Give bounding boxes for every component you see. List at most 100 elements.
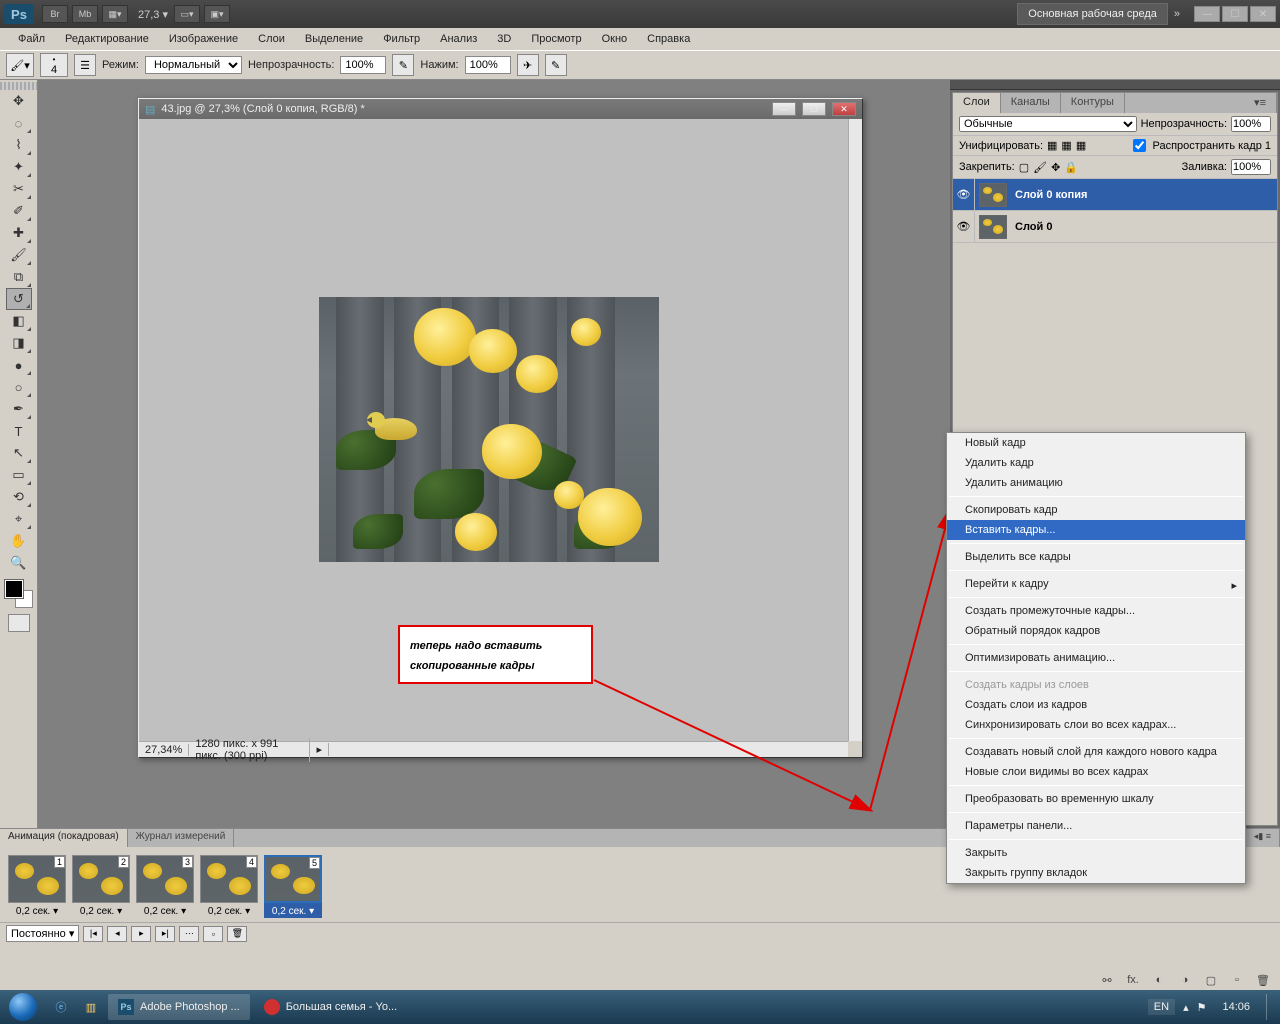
- pen-tool[interactable]: ✒: [6, 398, 32, 420]
- toolbox-grip[interactable]: [0, 82, 37, 90]
- start-button[interactable]: [0, 990, 46, 1024]
- menu-analysis[interactable]: Анализ: [430, 30, 487, 48]
- menu-edit[interactable]: Редактирование: [55, 30, 159, 48]
- shape-tool[interactable]: ▭: [6, 464, 32, 486]
- menu-view[interactable]: Просмотр: [521, 30, 591, 48]
- ctx-match-layers[interactable]: Синхронизировать слои во всех кадрах...: [947, 715, 1245, 735]
- blend-mode-select[interactable]: Нормальный: [145, 56, 242, 74]
- dodge-tool[interactable]: ○: [6, 376, 32, 398]
- layer-row[interactable]: 👁 Слой 0 копия: [953, 179, 1277, 211]
- animation-frame[interactable]: 40,2 сек. ▾: [200, 855, 258, 918]
- frame-thumbnail[interactable]: 3: [136, 855, 194, 903]
- eyedropper-tool[interactable]: ✐: [6, 200, 32, 222]
- ctx-new-layer-per-frame[interactable]: Создавать новый слой для каждого нового …: [947, 742, 1245, 762]
- lock-position-icon[interactable]: ✥: [1051, 161, 1060, 174]
- animation-panel-menu-icon[interactable]: ◂▮ ≡: [1246, 829, 1280, 847]
- airbrush-toggle[interactable]: ✈: [517, 54, 539, 76]
- ctx-delete-animation[interactable]: Удалить анимацию: [947, 473, 1245, 493]
- tool-preset-picker[interactable]: 🖌▾: [6, 53, 34, 77]
- quick-mask-toggle[interactable]: [8, 614, 30, 632]
- hand-tool[interactable]: ✋: [6, 530, 32, 552]
- marquee-tool[interactable]: ◌: [6, 112, 32, 134]
- move-tool[interactable]: ✥: [6, 90, 32, 112]
- fill-input[interactable]: [1231, 159, 1271, 175]
- frame-delay[interactable]: 0,2 сек. ▾: [264, 903, 322, 918]
- menu-image[interactable]: Изображение: [159, 30, 248, 48]
- opacity-pressure-toggle[interactable]: ✎: [392, 54, 414, 76]
- layer-name[interactable]: Слой 0 копия: [1011, 189, 1087, 201]
- gradient-tool[interactable]: ◨: [6, 332, 32, 354]
- tablet-pressure-toggle[interactable]: ✎: [545, 54, 567, 76]
- frame-thumbnail[interactable]: 1: [8, 855, 66, 903]
- ctx-convert-timeline[interactable]: Преобразовать во временную шкалу: [947, 789, 1245, 809]
- adjustment-layer-icon[interactable]: ◑: [1176, 972, 1194, 988]
- doc-horizontal-scrollbar[interactable]: [329, 741, 848, 757]
- tab-channels[interactable]: Каналы: [1001, 93, 1061, 113]
- ctx-new-frame[interactable]: Новый кадр: [947, 433, 1245, 453]
- ctx-layers-from-frames[interactable]: Создать слои из кадров: [947, 695, 1245, 715]
- doc-maximize-button[interactable]: ☐: [802, 102, 826, 116]
- opacity-input[interactable]: [340, 56, 386, 74]
- eraser-tool[interactable]: ◧: [6, 310, 32, 332]
- 3d-rotate-tool[interactable]: ⟲: [6, 486, 32, 508]
- tab-paths[interactable]: Контуры: [1061, 93, 1125, 113]
- minimize-button[interactable]: —: [1194, 6, 1220, 22]
- tab-animation[interactable]: Анимация (покадровая): [0, 829, 128, 847]
- frame-thumbnail[interactable]: 4: [200, 855, 258, 903]
- frame-delay[interactable]: 0,2 сек. ▾: [200, 903, 258, 918]
- clone-stamp-tool[interactable]: ⧉: [6, 266, 32, 288]
- workspace-switcher[interactable]: Основная рабочая среда: [1017, 3, 1168, 25]
- lock-pixels-icon[interactable]: 🖌: [1033, 161, 1047, 174]
- layer-opacity-input[interactable]: [1231, 116, 1271, 132]
- view-extras-button[interactable]: ▦▾: [102, 5, 128, 23]
- layer-blend-mode-select[interactable]: Обычные: [959, 116, 1137, 132]
- quick-select-tool[interactable]: ✦: [6, 156, 32, 178]
- menu-filter[interactable]: Фильтр: [373, 30, 430, 48]
- animation-frame[interactable]: 30,2 сек. ▾: [136, 855, 194, 918]
- menu-help[interactable]: Справка: [637, 30, 700, 48]
- doc-minimize-button[interactable]: —: [772, 102, 796, 116]
- screen-mode-button[interactable]: ▣▾: [204, 5, 230, 23]
- taskbar-pin-explorer[interactable]: ▥: [76, 994, 106, 1020]
- propagate-frame-checkbox[interactable]: [1133, 139, 1146, 152]
- language-indicator[interactable]: EN: [1148, 999, 1175, 1015]
- status-dimensions[interactable]: 1280 пикс. x 991 пикс. (300 ppi): [189, 738, 310, 762]
- menu-3d[interactable]: 3D: [487, 30, 521, 48]
- layer-mask-icon[interactable]: ◐: [1150, 972, 1168, 988]
- play-button[interactable]: ▸: [131, 926, 151, 942]
- link-layers-icon[interactable]: ⚯: [1098, 972, 1116, 988]
- status-arrow-icon[interactable]: ▸: [310, 743, 329, 756]
- menu-file[interactable]: Файл: [8, 30, 55, 48]
- animation-frame[interactable]: 10,2 сек. ▾: [8, 855, 66, 918]
- color-swatches[interactable]: [5, 580, 33, 608]
- flow-input[interactable]: [465, 56, 511, 74]
- lasso-tool[interactable]: ⌇: [6, 134, 32, 156]
- workspace-expand-icon[interactable]: »: [1174, 8, 1180, 20]
- arrange-button[interactable]: ▭▾: [174, 5, 200, 23]
- minibridge-button[interactable]: Mb: [72, 5, 98, 23]
- delete-frame-button[interactable]: 🗑: [227, 926, 247, 942]
- next-frame-button[interactable]: ▸|: [155, 926, 175, 942]
- show-desktop-button[interactable]: [1266, 994, 1276, 1020]
- taskbar-clock[interactable]: 14:06: [1214, 1001, 1258, 1013]
- lock-transparency-icon[interactable]: ▢: [1019, 161, 1029, 174]
- 3d-camera-tool[interactable]: ⌖: [6, 508, 32, 530]
- first-frame-button[interactable]: |◂: [83, 926, 103, 942]
- ctx-close-tab-group[interactable]: Закрыть группу вкладок: [947, 863, 1245, 883]
- layer-name[interactable]: Слой 0: [1011, 221, 1052, 233]
- layer-row[interactable]: 👁 Слой 0: [953, 211, 1277, 243]
- unify-style-icon[interactable]: ▦: [1076, 139, 1086, 152]
- ctx-close[interactable]: Закрыть: [947, 843, 1245, 863]
- frame-delay[interactable]: 0,2 сек. ▾: [136, 903, 194, 918]
- ctx-optimize-animation[interactable]: Оптимизировать анимацию...: [947, 648, 1245, 668]
- panel-menu-icon[interactable]: ▾≡: [1244, 93, 1277, 113]
- unify-position-icon[interactable]: ▦: [1047, 139, 1057, 152]
- healing-brush-tool[interactable]: ✚: [6, 222, 32, 244]
- status-zoom[interactable]: 27,34%: [139, 744, 189, 756]
- ctx-new-layers-visible[interactable]: Новые слои видимы во всех кадрах: [947, 762, 1245, 782]
- frame-delay[interactable]: 0,2 сек. ▾: [72, 903, 130, 918]
- prev-frame-button[interactable]: ◂: [107, 926, 127, 942]
- animation-frame[interactable]: 50,2 сек. ▾: [264, 855, 322, 918]
- layer-visibility-icon[interactable]: 👁: [953, 211, 975, 242]
- taskbar-item-opera[interactable]: Большая семья - Yo...: [254, 994, 407, 1020]
